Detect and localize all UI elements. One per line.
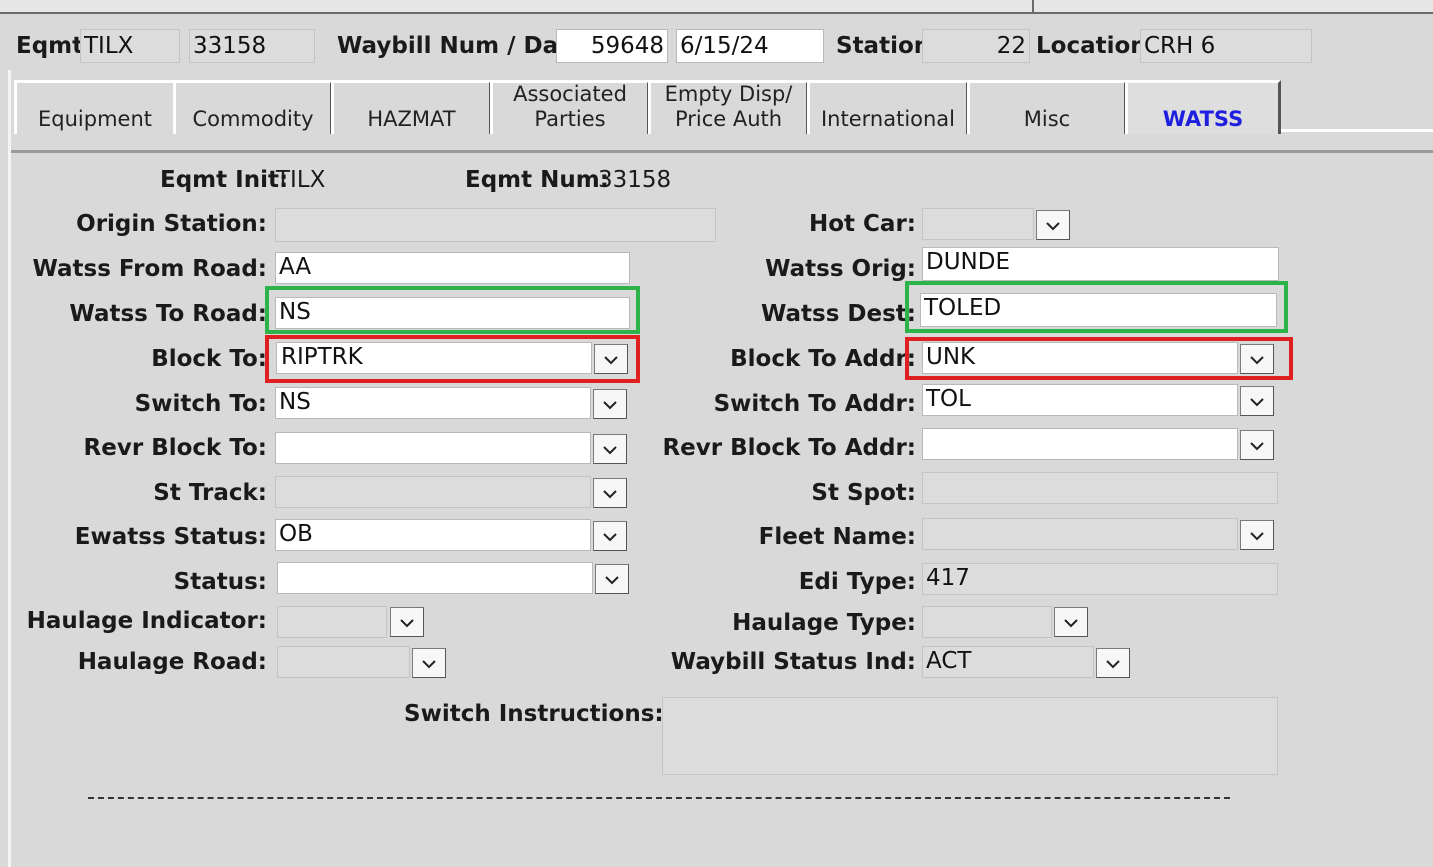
eqmt-num-field[interactable]: 33158 [189,29,315,63]
fleet-name-label: Fleet Name: [758,524,916,550]
switch-to-addr-label: Switch To Addr: [713,391,916,417]
fleet-name-select[interactable] [922,518,1238,550]
eqmt-label: Eqmt [16,33,84,59]
watss-dest-highlight [905,281,1288,333]
tab-empty-disp-price-auth[interactable]: Empty Disp/ Price Auth [648,80,809,134]
hot-car-label: Hot Car: [809,211,916,237]
watss-from-road-label: Watss From Road: [32,256,267,282]
watss-dest-label: Watss Dest: [760,301,916,327]
watss-to-road-highlight [265,286,640,334]
st-track-label: St Track: [153,480,267,506]
revr-block-to-addr-dropdown-button[interactable] [1240,430,1274,460]
hot-car-select[interactable] [922,208,1034,240]
haulage-type-label: Haulage Type: [732,610,916,636]
block-to-addr-label: Block To Addr: [730,346,916,372]
revr-block-to-addr-label: Revr Block To Addr: [662,435,916,461]
eqmt-num-value: 33158 [598,167,672,193]
chevron-down-icon [1250,442,1264,451]
switch-to-dropdown-button[interactable] [593,389,627,419]
tab-hazmat[interactable]: HAZMAT [331,80,492,134]
watss-orig-field[interactable]: DUNDE [922,247,1279,281]
tab-associated-parties[interactable]: Associated Parties [490,80,650,134]
ewatss-status-dropdown-button[interactable] [593,521,627,551]
tab-commodity[interactable]: Commodity [173,80,333,134]
haulage-road-label: Haulage Road: [77,649,267,675]
waybill-num-field[interactable]: 59648 [556,29,668,63]
chevron-down-icon [605,576,619,585]
station-field[interactable]: 22 [922,29,1030,63]
haulage-type-dropdown-button[interactable] [1054,607,1088,637]
tab-international[interactable]: International [807,80,969,134]
watss-to-road-label: Watss To Road: [69,301,267,327]
revr-block-to-dropdown-button[interactable] [593,434,627,464]
watss-from-road-field[interactable]: AA [275,252,630,284]
switch-instructions-label: Switch Instructions: [404,701,664,727]
haulage-indicator-select[interactable] [277,606,387,638]
status-dropdown-button[interactable] [595,564,629,594]
edi-type-field[interactable]: 417 [922,563,1278,595]
tab-baseline-right [1281,129,1433,132]
eqmt-init-label: Eqmt Init: [160,167,289,193]
revr-block-to-select[interactable] [275,432,591,464]
haulage-road-select[interactable] [277,646,410,678]
st-track-select[interactable] [275,476,591,508]
ewatss-status-select[interactable]: OB [275,519,591,551]
status-select[interactable] [277,562,593,594]
haulage-road-dropdown-button[interactable] [412,648,446,678]
ewatss-status-label: Ewatss Status: [74,524,267,550]
block-to-addr-highlight [905,337,1293,380]
waybill-status-ind-select[interactable]: ACT [922,646,1094,678]
haulage-indicator-label: Haulage Indicator: [26,608,267,634]
chevron-down-icon [1250,398,1264,407]
haulage-indicator-dropdown-button[interactable] [390,607,424,637]
waybill-date-field[interactable]: 6/15/24 [676,29,824,63]
waybill-status-ind-label: Waybill Status Ind: [670,649,916,675]
revr-block-to-label: Revr Block To: [83,435,267,461]
location-label: Location [1036,33,1147,59]
dashed-separator [88,797,1230,799]
chevron-down-icon [1106,660,1120,669]
eqmt-init-value: TILX [276,167,326,193]
tab-watss[interactable]: WATSS [1125,80,1281,134]
fleet-name-dropdown-button[interactable] [1240,520,1274,550]
left-window-edge [8,70,11,867]
chevron-down-icon [400,619,414,628]
switch-instructions-textarea[interactable] [662,697,1278,775]
st-spot-label: St Spot: [811,480,916,506]
switch-to-addr-dropdown-button[interactable] [1240,386,1274,416]
tab-equipment[interactable]: Equipment [14,80,176,134]
eqmt-num-label: Eqmt Num: [465,167,609,193]
chevron-down-icon [603,533,617,542]
chevron-down-icon [603,490,617,499]
top-toolbar-strip [0,0,1433,14]
st-spot-field[interactable] [922,472,1278,504]
revr-block-to-addr-select[interactable] [922,428,1238,460]
station-label: Station [836,33,931,59]
hot-car-dropdown-button[interactable] [1036,210,1070,240]
chevron-down-icon [1064,619,1078,628]
chevron-down-icon [603,401,617,410]
switch-to-label: Switch To: [134,391,267,417]
switch-to-select[interactable]: NS [275,387,591,419]
block-to-highlight [265,335,640,383]
edi-type-label: Edi Type: [798,569,916,595]
eqmt-init-field[interactable]: TILX [80,29,180,63]
waybill-status-ind-dropdown-button[interactable] [1096,648,1130,678]
top-toolbar-divider [1032,0,1034,14]
status-label: Status: [173,569,267,595]
st-track-dropdown-button[interactable] [593,478,627,508]
waybill-label: Waybill Num / Date [337,33,585,59]
chevron-down-icon [603,446,617,455]
chevron-down-icon [422,660,436,669]
haulage-type-select[interactable] [922,606,1052,638]
chevron-down-icon [1046,222,1060,231]
tab-misc[interactable]: Misc [967,80,1127,134]
location-field[interactable]: CRH 6 [1140,29,1312,63]
tab-panel-topline [11,150,1433,153]
block-to-label: Block To: [151,346,267,372]
origin-station-label: Origin Station: [76,211,267,237]
chevron-down-icon [1250,532,1264,541]
switch-to-addr-select[interactable]: TOL [922,384,1238,416]
watss-orig-label: Watss Orig: [765,256,916,282]
